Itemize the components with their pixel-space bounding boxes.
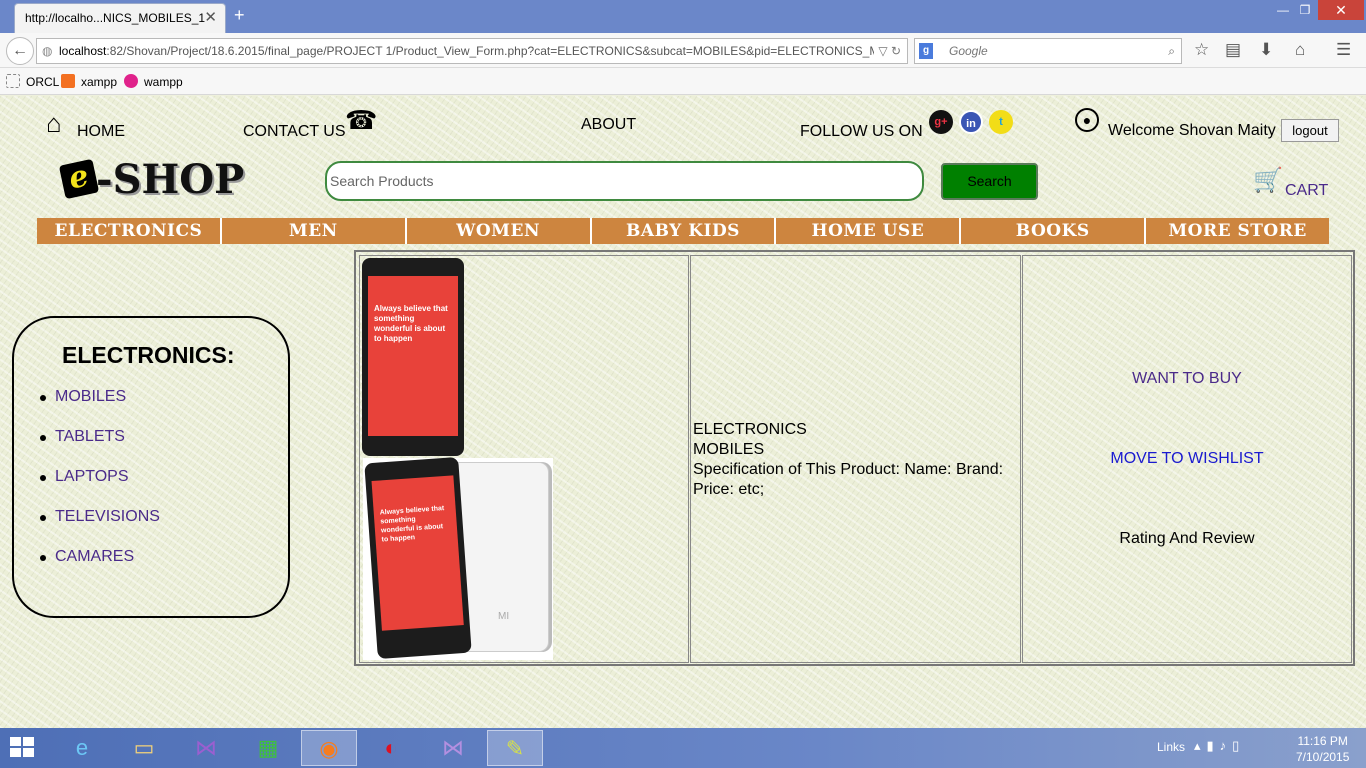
product-specification: Specification of This Product: Name: Bra…	[693, 461, 1004, 498]
new-tab-button[interactable]: +	[234, 5, 245, 26]
want-to-buy-link[interactable]: WANT TO BUY	[1023, 370, 1351, 388]
category-home-use[interactable]: HOME USE	[776, 218, 962, 244]
page-icon	[6, 74, 20, 88]
user-icon: ●	[1075, 108, 1099, 132]
product-table: Always believe that something wonderful …	[354, 250, 1355, 666]
visual-studio-2-icon[interactable]: ⋈	[425, 730, 481, 766]
store-icon[interactable]: ▦	[240, 730, 296, 766]
globe-icon: ◍	[42, 44, 53, 58]
visual-studio-icon[interactable]: ⋈	[178, 730, 234, 766]
subcategory-tablets[interactable]: TABLETS	[40, 428, 160, 468]
window-close-button[interactable]: ✕	[1318, 0, 1364, 20]
file-explorer-icon[interactable]: ▭	[116, 730, 172, 766]
address-bar[interactable]: ◍ localhost:82/Shovan/Project/18.6.2015/…	[36, 38, 908, 64]
home-link[interactable]: HOME	[77, 123, 125, 141]
logo-mark: e	[58, 158, 100, 200]
media-player-icon[interactable]: ◐	[363, 730, 419, 766]
home-icon[interactable]: ⌂	[46, 108, 62, 139]
welcome-text: Welcome Shovan Maity	[1108, 122, 1276, 139]
logo-text: -SHOP	[96, 156, 245, 203]
phone-screen-text-2: Always believe that something wonderful …	[371, 475, 464, 631]
clock-time: 11:16 PM	[1297, 734, 1348, 748]
search-engine-icon[interactable]: g	[919, 43, 933, 59]
back-arrow-icon[interactable]: ←	[6, 37, 34, 65]
browser-search-placeholder: Google	[949, 44, 988, 58]
menu-icon[interactable]: ☰	[1336, 40, 1351, 60]
category-books[interactable]: BOOKS	[961, 218, 1147, 244]
tab-close-icon[interactable]: ✕	[204, 4, 217, 32]
browser-title-bar: http://localho...NICS_MOBILES_1 ✕ + — ❐ …	[0, 0, 1366, 33]
phone-icon: ☎	[345, 105, 378, 135]
linkedin-icon[interactable]: in	[959, 110, 983, 134]
subcategory-camares[interactable]: CAMARES	[40, 548, 160, 588]
home-page-icon[interactable]: ⌂	[1295, 40, 1305, 60]
system-tray-icons[interactable]: ▴▮♪▯	[1194, 738, 1245, 754]
bookmarks-list-icon[interactable]: ▤	[1225, 40, 1241, 60]
page-content: ⌂ HOME CONTACT US ☎ ABOUT FOLLOW US ON g…	[0, 96, 1366, 728]
subcategory-laptops[interactable]: LAPTOPS	[40, 468, 160, 508]
url-path: :82/Shovan/Project/18.6.2015/final_page/…	[106, 44, 900, 58]
logout-button[interactable]: logout	[1281, 119, 1339, 142]
cart-link[interactable]: CART	[1285, 182, 1328, 200]
product-search-input[interactable]	[325, 161, 924, 201]
product-subcategory: MOBILES	[693, 441, 765, 458]
browser-nav-bar: ← ◍ localhost:82/Shovan/Project/18.6.201…	[0, 33, 1366, 68]
subcategory-list: MOBILES TABLETS LAPTOPS TELEVISIONS CAMA…	[40, 388, 160, 588]
category-nav: ELECTRONICS MEN WOMEN BABY KIDS HOME USE…	[37, 218, 1330, 244]
category-more-store[interactable]: MORE STORE	[1146, 218, 1330, 244]
search-button[interactable]: Search	[941, 163, 1038, 200]
product-image-front[interactable]: Always believe that something wonderful …	[362, 258, 464, 456]
firefox-icon[interactable]: ◉	[301, 730, 357, 766]
category-electronics[interactable]: ELECTRONICS	[37, 218, 222, 244]
product-info-cell: ELECTRONICS MOBILES Specification of Thi…	[690, 255, 1021, 663]
download-icon[interactable]: ⬇	[1259, 40, 1273, 60]
url-host: localhost	[59, 44, 107, 58]
wampp-icon	[124, 74, 138, 88]
taskbar: e ▭ ⋈ ▦ ◉ ◐ ⋈ ✎ Links ▴▮♪▯ 11:16 PM 7/10…	[0, 728, 1366, 768]
follow-us-label: FOLLOW US ON	[800, 123, 923, 140]
bookmark-orcl[interactable]: ORCL	[6, 74, 59, 89]
brand-mark: MI	[498, 611, 510, 622]
clock-date: 7/10/2015	[1296, 750, 1350, 764]
category-men[interactable]: MEN	[221, 218, 407, 244]
rating-review-text: Rating And Review	[1119, 530, 1255, 547]
windows-start-icon[interactable]	[10, 737, 36, 759]
phone-front-view: Always believe that something wonderful …	[364, 456, 472, 660]
subcategory-title: ELECTRONICS:	[62, 342, 235, 368]
tray-links[interactable]: Links	[1157, 740, 1185, 754]
phone-screen-text: Always believe that something wonderful …	[368, 276, 458, 436]
contact-us-link[interactable]: CONTACT US	[243, 123, 346, 141]
bookmark-star-icon[interactable]: ☆	[1194, 40, 1209, 60]
reload-icon[interactable]: ▽ ↻	[874, 39, 901, 63]
search-icon[interactable]: ⌕	[1168, 39, 1175, 63]
notepad-plus-icon[interactable]: ✎	[487, 730, 543, 766]
product-image-cell: Always believe that something wonderful …	[359, 255, 689, 663]
about-link[interactable]: ABOUT	[581, 116, 636, 134]
category-baby-kids[interactable]: BABY KIDS	[591, 218, 777, 244]
google-plus-icon[interactable]: g+	[929, 110, 953, 134]
category-women[interactable]: WOMEN	[406, 218, 592, 244]
product-info: ELECTRONICS MOBILES Specification of Thi…	[693, 420, 1020, 500]
twitter-icon[interactable]: t	[989, 110, 1013, 134]
bookmarks-bar: ORCL xampp wampp	[0, 68, 1366, 95]
subcategory-panel: ELECTRONICS: MOBILES TABLETS LAPTOPS TEL…	[12, 316, 290, 618]
product-image-front-back[interactable]: MI Always believe that something wonderf…	[363, 456, 553, 660]
subcategory-televisions[interactable]: TELEVISIONS	[40, 508, 160, 548]
cart-icon[interactable]: 🛒	[1253, 166, 1283, 195]
browser-search-input[interactable]: g Google ⌕	[914, 38, 1182, 64]
product-category: ELECTRONICS	[693, 421, 807, 438]
bookmark-xampp[interactable]: xampp	[61, 74, 117, 89]
subcategory-mobiles[interactable]: MOBILES	[40, 388, 160, 428]
internet-explorer-icon[interactable]: e	[54, 730, 110, 766]
move-to-wishlist-link[interactable]: MOVE TO WISHLIST	[1023, 450, 1351, 468]
window-maximize-button[interactable]: ❐	[1292, 0, 1318, 20]
browser-tab[interactable]: http://localho...NICS_MOBILES_1 ✕	[14, 3, 226, 33]
clock[interactable]: 11:16 PM 7/10/2015	[1296, 733, 1349, 765]
product-actions-cell: WANT TO BUY MOVE TO WISHLIST Rating And …	[1022, 255, 1352, 663]
xampp-icon	[61, 74, 75, 88]
bookmark-wampp[interactable]: wampp	[124, 74, 183, 89]
tab-title: http://localho...NICS_MOBILES_1	[25, 11, 206, 25]
